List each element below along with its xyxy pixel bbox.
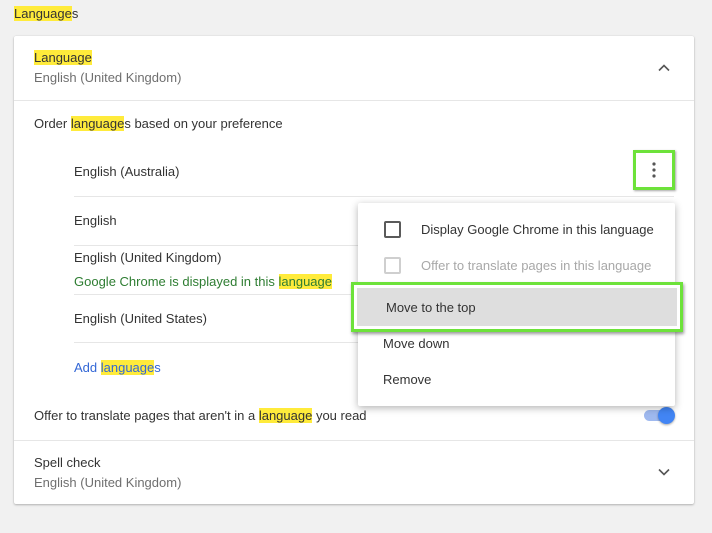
- chevron-down-icon[interactable]: [652, 460, 676, 484]
- menu-item-move-to-top[interactable]: Move to the top: [351, 282, 683, 332]
- divider: [14, 100, 694, 101]
- menu-item-offer-translate: Offer to translate pages in this languag…: [358, 247, 675, 283]
- order-languages-label: Order languages based on your preference: [34, 116, 283, 131]
- offer-translate-label: Offer to translate pages that aren't in …: [34, 408, 367, 423]
- menu-item-move-to-top-inner[interactable]: Move to the top: [357, 288, 677, 326]
- spell-check-title: Spell check: [34, 455, 101, 470]
- spell-check-subtitle: English (United Kingdom): [34, 475, 182, 490]
- language-item-english: English: [74, 213, 117, 228]
- section-title-rest: s: [71, 6, 79, 21]
- toggle-knob: [658, 407, 675, 424]
- menu-item-remove[interactable]: Remove: [358, 361, 675, 397]
- divider: [74, 294, 358, 295]
- divider: [74, 196, 674, 197]
- divider: [74, 245, 358, 246]
- checkbox-offer-translate: [384, 256, 401, 274]
- add-languages-link[interactable]: Add languages: [74, 360, 161, 375]
- section-title-highlight: Language: [14, 6, 72, 21]
- language-display-note: Google Chrome is displayed in this langu…: [74, 274, 332, 289]
- chevron-up-icon[interactable]: [652, 56, 676, 80]
- language-row-subtitle: English (United Kingdom): [34, 70, 182, 85]
- more-options-button[interactable]: [633, 150, 675, 190]
- offer-translate-toggle[interactable]: [642, 407, 676, 424]
- language-row-title: Language: [34, 50, 92, 65]
- language-item-english-uk: English (United Kingdom): [74, 250, 222, 265]
- language-item-english-australia: English (Australia): [74, 164, 180, 179]
- language-item-english-us: English (United States): [74, 311, 207, 326]
- divider: [14, 440, 694, 441]
- divider: [74, 342, 358, 343]
- more-vert-icon: [652, 162, 656, 178]
- checkbox-display-in-language[interactable]: [384, 220, 401, 238]
- section-title: Languages: [14, 6, 78, 21]
- menu-item-display-in-language[interactable]: Display Google Chrome in this language: [358, 211, 675, 247]
